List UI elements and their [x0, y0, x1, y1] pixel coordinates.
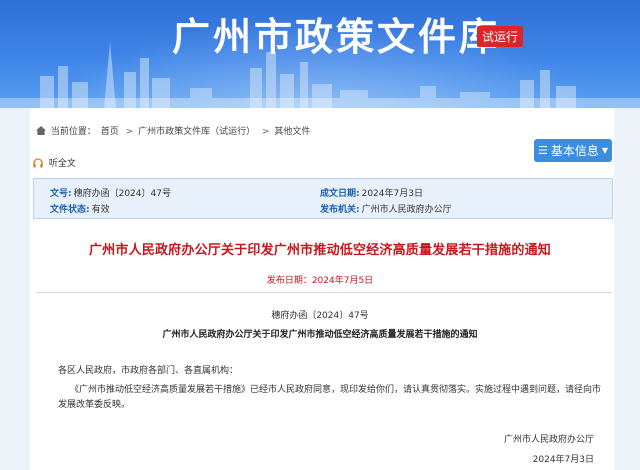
publish-date: 发布日期：2024年7月5日: [266, 276, 374, 286]
breadcrumb: 当前位置： 首页 > 广州市政策文件库（试运行） > 其他文件: [36, 124, 312, 137]
listen-full-text-button[interactable]: 听全文: [33, 156, 76, 169]
site-title: 广州市政策文件库: [172, 15, 501, 59]
document-title: 广州市人民政府办公厅关于印发广州市推动低空经济高质量发展若干措施的通知: [88, 243, 551, 258]
list-icon: ☰: [537, 144, 548, 157]
breadcrumb-separator: >: [125, 127, 134, 137]
basic-info-button[interactable]: ☰ 基本信息 ▼: [534, 139, 612, 162]
document-sign-date: 2024年7月3日: [532, 455, 594, 465]
meta-doc-number: 文号: 穗府办函〔2024〕47号: [50, 189, 171, 199]
chevron-down-icon: ▼: [601, 146, 609, 155]
breadcrumb-library-link[interactable]: 广州市政策文件库（试运行）: [138, 127, 255, 137]
basic-info-label: 基本信息: [550, 144, 599, 158]
breadcrumb-separator: >: [261, 127, 270, 137]
document-subtitle: 广州市人民政府办公厅关于印发广州市推动低空经济高质量发展若干措施的通知: [162, 330, 478, 340]
document-signer: 广州市人民政府办公厅: [503, 435, 594, 445]
meta-status: 文件状态: 有效: [50, 205, 110, 215]
document-body: 《广州市推动低空经济高质量发展若干措施》已经市人民政府同意，现印发给你们，请认真…: [58, 385, 602, 410]
listen-label: 听全文: [48, 159, 76, 169]
home-icon: [36, 126, 46, 135]
breadcrumb-prefix: 当前位置：: [50, 127, 96, 137]
content-panel: [30, 108, 614, 470]
document-addressee: 各区人民政府，市政府各部门、各直属机构：: [58, 366, 239, 376]
site-banner: 广州市政策文件库 试运行: [0, 0, 640, 108]
trial-badge: 试运行: [477, 26, 524, 47]
document-number: 穗府办函〔2024〕47号: [271, 311, 369, 321]
divider: [36, 292, 612, 293]
headphones-icon: [33, 158, 43, 168]
meta-release-date: 成文日期: 2024年7月3日: [320, 189, 423, 199]
breadcrumb-current[interactable]: 其他文件: [274, 127, 310, 137]
document-meta-box: 文号: 穗府办函〔2024〕47号 成文日期: 2024年7月3日 文件状态: 有效 …: [33, 178, 613, 219]
breadcrumb-home-link[interactable]: 首页: [101, 127, 119, 137]
meta-issuer: 发布机关: 广州市人民政府办公厅: [320, 205, 452, 215]
